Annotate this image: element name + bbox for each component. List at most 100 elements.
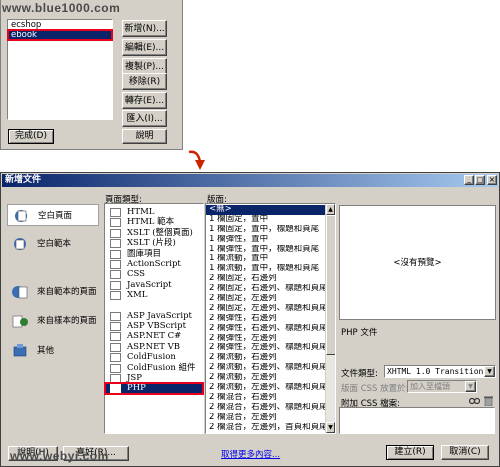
- done-button[interactable]: 完成(D): [8, 129, 54, 144]
- blank-template-icon: [14, 238, 26, 250]
- chevron-down-icon: ▼: [465, 381, 476, 392]
- file-icon: [110, 208, 121, 217]
- link-icon[interactable]: [469, 397, 480, 405]
- layout-item[interactable]: 1 欄彈性，置中: [206, 235, 325, 245]
- file-icon: [110, 260, 121, 269]
- scroll-up-button[interactable]: ▲: [326, 204, 335, 215]
- edit-site-button[interactable]: 編輯(E)...: [122, 39, 167, 56]
- layout-item[interactable]: 2 欄混合，左邊列，首頁和頁尾: [206, 423, 325, 433]
- minimize-button[interactable]: _: [464, 175, 474, 185]
- category-other[interactable]: 其他: [7, 340, 99, 362]
- layout-item[interactable]: 2 欄流動，左邊列、標題和頁尾: [206, 383, 325, 393]
- create-button[interactable]: 建立(R): [386, 445, 434, 460]
- layout-item[interactable]: 2 欄固定，右邊列: [206, 274, 325, 284]
- scroll-thumb[interactable]: [326, 215, 335, 355]
- export-site-button[interactable]: 轉存(E)...: [122, 92, 167, 109]
- file-icon: [110, 321, 121, 331]
- page-type-list[interactable]: HTML HTML 範本 XSLT (整個頁面) XSLT (片段) 圖庫項目 …: [104, 203, 204, 434]
- page-type-item[interactable]: ActionScript: [105, 259, 203, 269]
- close-button[interactable]: ×: [487, 175, 497, 185]
- page-type-item[interactable]: JavaScript: [105, 280, 203, 290]
- scroll-down-button[interactable]: ▼: [326, 422, 335, 433]
- blank-page-icon: [15, 210, 27, 222]
- file-icon: [110, 311, 121, 321]
- watermark-top: www.blue1000.com: [2, 1, 121, 15]
- page-type-item[interactable]: 圖庫項目: [105, 249, 203, 259]
- preview-placeholder: <沒有預覽>: [393, 258, 442, 268]
- site-list-item[interactable]: ecshop: [8, 20, 112, 30]
- new-site-button[interactable]: 新增(N)...: [122, 20, 167, 37]
- page-type-item[interactable]: JSP: [105, 373, 203, 383]
- page-type-item[interactable]: XSLT (整個頁面): [105, 228, 203, 238]
- help-button[interactable]: 說明: [122, 129, 167, 144]
- layout-item[interactable]: 1 欄彈性，置中，標題和頁尾: [206, 245, 325, 255]
- page-type-item[interactable]: ASP.NET VB: [105, 342, 203, 352]
- layout-item[interactable]: 2 欄固定，左邊列: [206, 294, 325, 304]
- category-blank-template[interactable]: 空白範本: [7, 233, 99, 255]
- layout-item[interactable]: 2 欄固定，右邊列、標題和頁尾: [206, 284, 325, 294]
- page-type-item[interactable]: HTML 範本: [105, 217, 203, 228]
- layout-item[interactable]: 2 欄混合，右邊列、標題和頁尾: [206, 403, 325, 413]
- doctype-select[interactable]: XHTML 1.0 Transitional ▼: [384, 365, 496, 378]
- layout-css-label: 版面 CSS 放置於:: [341, 384, 409, 394]
- dialog-title: 新增文件: [5, 175, 42, 185]
- layout-item[interactable]: 2 欄混合，左邊列: [206, 413, 325, 423]
- maximize-button[interactable]: □: [475, 175, 485, 185]
- manage-sites-dialog: ecshop ebook 新增(N)... 編輯(E)... 複製(P)... …: [0, 0, 183, 150]
- page-type-item[interactable]: ColdFusion 組件: [105, 363, 203, 373]
- category-page-from-template[interactable]: 來自範本的頁面: [7, 281, 99, 303]
- page-type-item[interactable]: ASP VBScript: [105, 321, 203, 331]
- attach-css-list[interactable]: [339, 407, 495, 434]
- title-bar: 新增文件 _ □ ×: [2, 174, 498, 187]
- layout-item[interactable]: 1 欄固定，置中: [206, 215, 325, 225]
- file-icon: [110, 228, 121, 238]
- category-blank-page[interactable]: 空白頁面: [7, 204, 99, 226]
- layout-list[interactable]: <無> 1 欄固定，置中 1 欄固定，置中，標題和頁尾 1 欄彈性，置中 1 欄彈性，置…: [205, 203, 336, 434]
- site-list[interactable]: ecshop ebook: [7, 19, 113, 120]
- page-type-item[interactable]: XML: [105, 290, 203, 301]
- file-icon: [110, 342, 121, 352]
- red-arrow-icon: [188, 150, 205, 170]
- layout-item[interactable]: 2 欄流動，左邊列: [206, 373, 325, 383]
- layout-scrollbar[interactable]: ▲ ▼: [325, 204, 335, 433]
- file-icon: [110, 280, 121, 290]
- cancel-button[interactable]: 取消(C): [441, 445, 489, 460]
- trash-icon[interactable]: [484, 396, 493, 406]
- file-icon: [110, 239, 121, 249]
- layout-item[interactable]: 2 欄彈性，右邊列、標題和頁尾: [206, 324, 325, 334]
- page-type-item[interactable]: ASP.NET C#: [105, 331, 203, 342]
- chevron-down-icon[interactable]: ▼: [484, 366, 495, 377]
- import-site-button[interactable]: 匯入(I)...: [122, 110, 167, 127]
- file-icon: [110, 384, 121, 394]
- file-icon: [110, 373, 121, 383]
- page-type-item-selected[interactable]: PHP: [104, 382, 204, 395]
- layout-item[interactable]: 1 欄流動，置中，標題和頁尾: [206, 264, 325, 274]
- page-type-item[interactable]: CSS: [105, 269, 203, 280]
- layout-item[interactable]: 2 欄流動，右邊列: [206, 353, 325, 363]
- category-page-from-sample[interactable]: 來自樣本的頁面: [7, 310, 99, 332]
- layout-item[interactable]: 2 欄混合，右邊列: [206, 393, 325, 403]
- page-type-item[interactable]: XSLT (片段): [105, 238, 203, 249]
- page-type-item[interactable]: HTML: [105, 207, 203, 217]
- page-from-template-icon: [12, 286, 28, 299]
- layout-item[interactable]: 2 欄流動，右邊列、標題和頁尾: [206, 363, 325, 373]
- preview-description: PHP 文件: [341, 328, 378, 338]
- layout-item[interactable]: 2 欄彈性，左邊列: [206, 334, 325, 344]
- layout-item[interactable]: 1 欄流動，置中: [206, 254, 325, 264]
- layout-item[interactable]: 2 欄固定，左邊列、標題和頁尾: [206, 304, 325, 314]
- site-list-item-selected[interactable]: ebook: [7, 29, 113, 41]
- page-type-item[interactable]: ColdFusion: [105, 352, 203, 363]
- layout-item[interactable]: 2 欄彈性，右邊列: [206, 314, 325, 324]
- page-type-item[interactable]: ASP JavaScript: [105, 311, 203, 321]
- remove-site-button[interactable]: 移除(R): [122, 73, 167, 90]
- file-icon: [110, 270, 121, 280]
- get-more-content-link[interactable]: 取得更多內容...: [221, 448, 280, 460]
- layout-css-select[interactable]: 加入至檔頭 ▼: [407, 380, 477, 393]
- file-icon: [110, 218, 121, 228]
- file-icon: [110, 363, 121, 373]
- layout-item[interactable]: 2 欄彈性，左邊列、標題和頁尾: [206, 343, 325, 353]
- layout-item[interactable]: 1 欄固定，置中，標題和頁尾: [206, 225, 325, 235]
- layout-item-selected[interactable]: <無>: [206, 205, 325, 215]
- file-icon: [110, 291, 121, 301]
- file-icon: [110, 332, 121, 342]
